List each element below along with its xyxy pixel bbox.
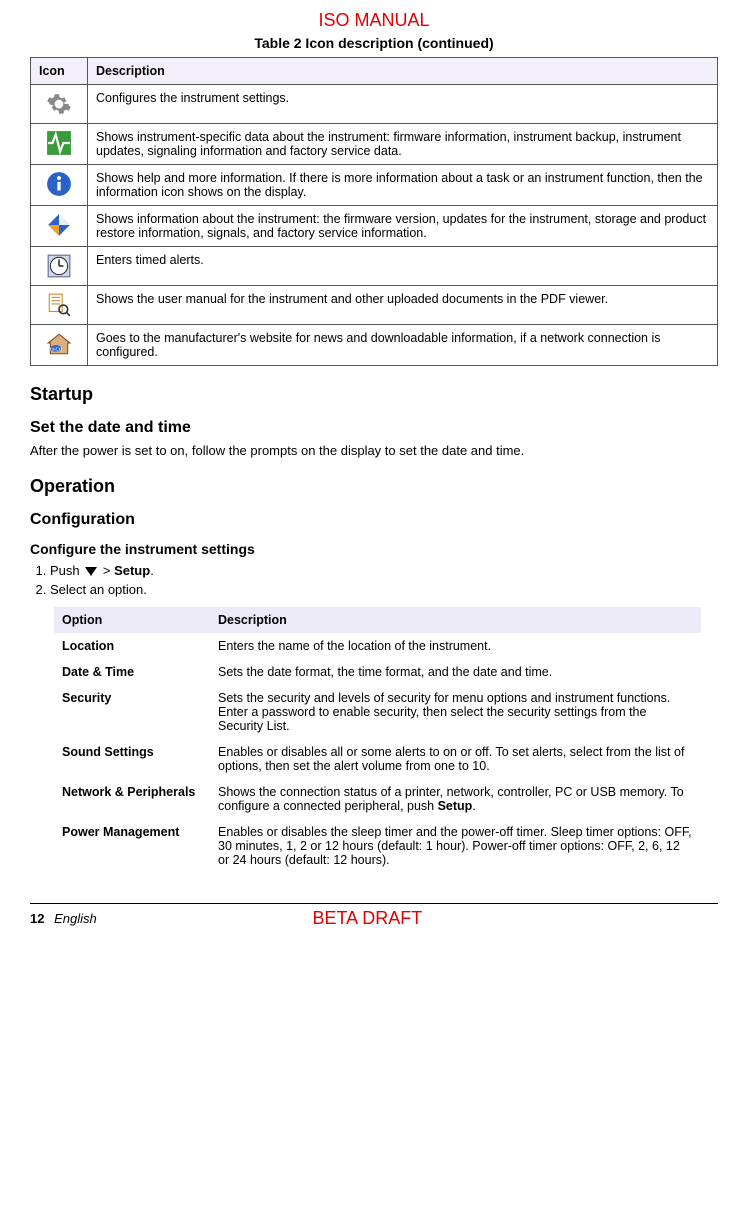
table-row: Power Management Enables or disables the… [54, 819, 701, 873]
opt-name: Location [54, 633, 210, 659]
row-desc: Goes to the manufacturer's website for n… [88, 325, 718, 366]
opt-name: Network & Peripherals [54, 779, 210, 819]
set-date-time-body: After the power is set to on, follow the… [30, 443, 718, 458]
opt-desc: Enables or disables all or some alerts t… [210, 739, 701, 779]
opt-desc: Enters the name of the location of the i… [210, 633, 701, 659]
table-row: Configures the instrument settings. [31, 85, 718, 124]
row-desc: Shows the user manual for the instrument… [88, 286, 718, 325]
down-triangle-icon [85, 567, 97, 576]
col-description: Description [210, 607, 701, 633]
table-row: Shows information about the instrument: … [31, 206, 718, 247]
clock-icon [39, 253, 79, 279]
opt-name: Sound Settings [54, 739, 210, 779]
table-row: Enters timed alerts. [31, 247, 718, 286]
heading-startup: Startup [30, 384, 718, 405]
diamond-icon [39, 212, 79, 238]
info-icon [39, 171, 79, 197]
col-icon: Icon [31, 58, 88, 85]
table-row: Shows help and more information. If ther… [31, 165, 718, 206]
opt-name: Date & Time [54, 659, 210, 685]
opt-desc-post: . [472, 799, 475, 813]
row-desc: Shows information about the instrument: … [88, 206, 718, 247]
row-desc: Enters timed alerts. [88, 247, 718, 286]
row-desc: Configures the instrument settings. [88, 85, 718, 124]
opt-desc-bold: Setup [438, 799, 473, 813]
option-table: Option Description Location Enters the n… [54, 607, 701, 873]
heading-configuration: Configuration [30, 511, 718, 529]
col-description: Description [88, 58, 718, 85]
table-row: Security Sets the security and levels of… [54, 685, 701, 739]
page-language: English [54, 911, 97, 926]
table-caption: Table 2 Icon description (continued) [30, 35, 718, 51]
table-row: Date & Time Sets the date format, the ti… [54, 659, 701, 685]
table-row: Sound Settings Enables or disables all o… [54, 739, 701, 779]
heading-operation: Operation [30, 476, 718, 497]
table-row: HACH Goes to the manufacturer's website … [31, 325, 718, 366]
row-desc: Shows instrument-specific data about the… [88, 124, 718, 165]
heading-configure-settings: Configure the instrument settings [30, 541, 718, 557]
opt-name: Power Management [54, 819, 210, 873]
page-number: 12 [30, 911, 44, 926]
opt-name: Security [54, 685, 210, 739]
page-footer: 12 English BETA DRAFT [30, 903, 718, 929]
opt-desc: Sets the date format, the time format, a… [210, 659, 701, 685]
col-option: Option [54, 607, 210, 633]
beta-draft-label: BETA DRAFT [97, 908, 638, 929]
step-1-text-post: > [99, 563, 114, 578]
home-icon: HACH [39, 331, 79, 357]
heading-set-date-time: Set the date and time [30, 419, 718, 437]
step-1-text-pre: Push [50, 563, 83, 578]
step-2: Select an option. [50, 582, 718, 597]
icon-description-table: Icon Description Configures the instrume… [30, 57, 718, 366]
step-1-bold: Setup [114, 563, 150, 578]
table-row: Location Enters the name of the location… [54, 633, 701, 659]
document-search-icon [39, 292, 79, 318]
table-row: Shows the user manual for the instrument… [31, 286, 718, 325]
table-row: Network & Peripherals Shows the connecti… [54, 779, 701, 819]
steps-list: Push > Setup. Select an option. [30, 563, 718, 597]
step-1-end: . [150, 563, 154, 578]
opt-desc: Shows the connection status of a printer… [210, 779, 701, 819]
opt-desc: Enables or disables the sleep timer and … [210, 819, 701, 873]
iso-manual-header: ISO MANUAL [30, 10, 718, 31]
activity-icon [39, 130, 79, 156]
table-row: Shows instrument-specific data about the… [31, 124, 718, 165]
gear-icon [39, 91, 79, 117]
opt-desc: Sets the security and levels of security… [210, 685, 701, 739]
step-1: Push > Setup. [50, 563, 718, 578]
svg-text:HACH: HACH [50, 347, 62, 352]
row-desc: Shows help and more information. If ther… [88, 165, 718, 206]
